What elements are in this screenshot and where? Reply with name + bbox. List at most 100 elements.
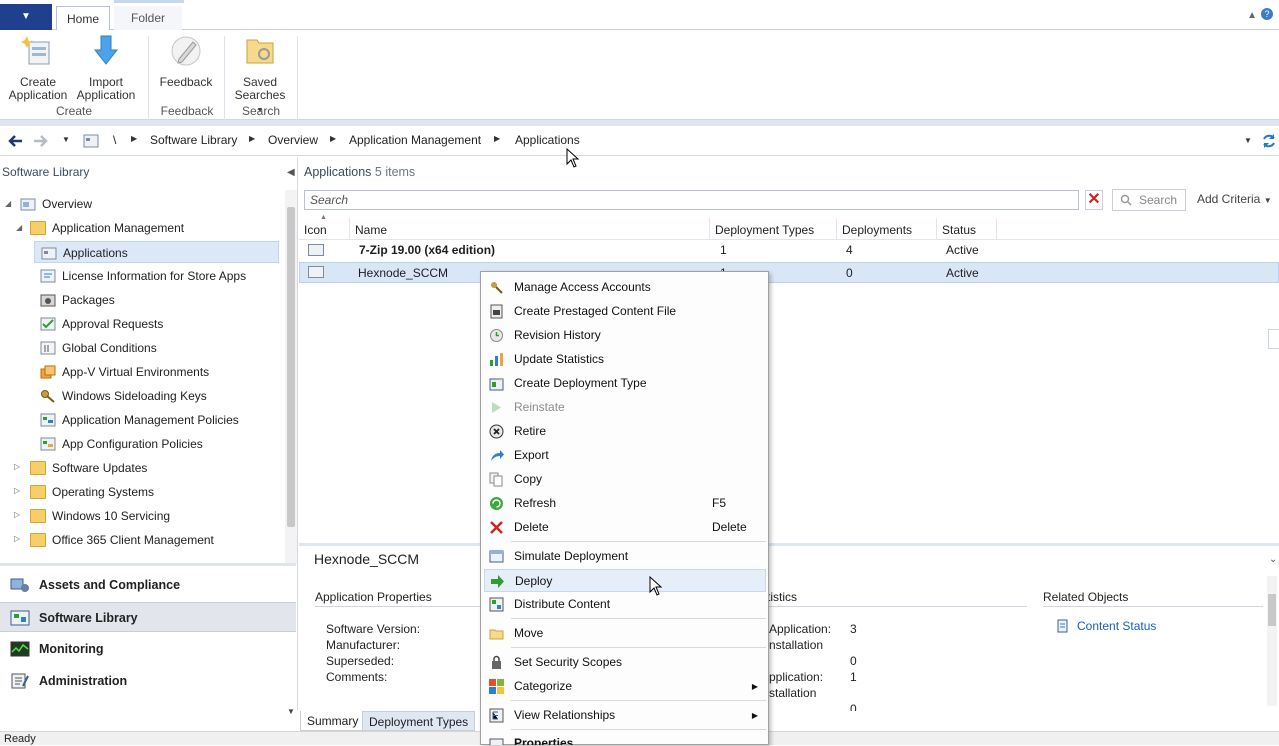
- workspace-overflow-icon[interactable]: ▼: [287, 707, 295, 716]
- tree-item-applications[interactable]: Applications: [34, 241, 279, 263]
- menu-item-reinstate[interactable]: Reinstate: [484, 396, 766, 419]
- breadcrumb-applications[interactable]: Applications: [515, 133, 580, 147]
- workspace-administration[interactable]: Administration: [0, 666, 296, 696]
- collapsed-arrow-icon[interactable]: ▷: [14, 462, 20, 471]
- breadcrumb-application-management[interactable]: Application Management: [349, 133, 481, 147]
- add-criteria-button[interactable]: Add Criteria ▼: [1197, 192, 1272, 206]
- menu-item-retire[interactable]: Retire: [484, 420, 766, 443]
- menu-item-delete[interactable]: Delete Delete: [484, 516, 766, 539]
- tab-summary[interactable]: Summary: [300, 711, 366, 731]
- menu-item-export[interactable]: Export: [484, 444, 766, 467]
- menu-item-deploy[interactable]: Deploy: [484, 569, 766, 592]
- tab-folder[interactable]: Folder: [114, 6, 182, 31]
- menu-item-create-prestaged-content[interactable]: Create Prestaged Content File: [484, 300, 766, 323]
- tree-item-packages[interactable]: Packages: [40, 289, 115, 311]
- collapsed-arrow-icon[interactable]: ▷: [14, 510, 20, 519]
- details-scrollbar-thumb[interactable]: [1268, 594, 1276, 626]
- expanded-arrow-icon[interactable]: ◢: [5, 199, 11, 208]
- content-status-link[interactable]: Content Status: [1077, 619, 1156, 633]
- feedback-button[interactable]: Feedback: [156, 34, 216, 89]
- table-row-selected[interactable]: Hexnode_SCCM 1 0 Active: [299, 262, 1279, 283]
- menu-item-move[interactable]: Move: [484, 622, 766, 645]
- menu-item-set-security-scopes[interactable]: Set Security Scopes: [484, 651, 766, 674]
- stat-label: nstallation: [769, 638, 824, 652]
- collapse-details-icon[interactable]: ⌄: [1269, 554, 1277, 565]
- related-objects-section: Related Objects: [1043, 590, 1263, 607]
- breadcrumb-software-library[interactable]: Software Library: [150, 133, 237, 147]
- tab-home[interactable]: Home: [56, 6, 110, 31]
- application-menu-button[interactable]: ▼: [0, 4, 52, 30]
- menu-item-revision-history[interactable]: Revision History: [484, 324, 766, 347]
- breadcrumb-separator-icon[interactable]: ▶: [131, 134, 137, 143]
- workspace-software-library[interactable]: Software Library: [0, 602, 296, 632]
- workspace-label: Monitoring: [39, 642, 104, 656]
- tree-item-label: Overview: [42, 197, 93, 211]
- tree-item-office365-management[interactable]: Office 365 Client Management: [30, 529, 214, 551]
- create-application-button[interactable]: Create Application: [4, 34, 72, 102]
- menu-item-create-deployment-type[interactable]: Create Deployment Type: [484, 372, 766, 395]
- breadcrumb-separator-icon[interactable]: ▶: [330, 134, 336, 143]
- expanded-arrow-icon[interactable]: ◢: [16, 223, 22, 232]
- tree-item-app-configuration-policies[interactable]: App Configuration Policies: [40, 433, 203, 455]
- column-header-deployment-types[interactable]: Deployment Types: [710, 218, 837, 240]
- search-button[interactable]: Search: [1112, 189, 1186, 211]
- folder-icon: [30, 460, 46, 475]
- collapsed-arrow-icon[interactable]: ▷: [14, 486, 20, 495]
- address-dropdown-icon[interactable]: ▼: [1244, 136, 1252, 145]
- tab-deployment-types[interactable]: Deployment Types: [362, 711, 476, 731]
- menu-item-distribute-content[interactable]: Distribute Content: [484, 593, 766, 616]
- application-properties-section: Application Properties: [315, 590, 481, 607]
- column-header-status[interactable]: Status: [937, 218, 997, 240]
- menu-item-copy[interactable]: Copy: [484, 468, 766, 491]
- menu-item-label: View Relationships: [514, 708, 616, 722]
- import-application-button[interactable]: Import Application: [74, 34, 138, 102]
- tree-item-overview[interactable]: Overview: [20, 193, 92, 215]
- menu-item-view-relationships[interactable]: View Relationships ▶: [484, 704, 766, 727]
- column-header-name[interactable]: Name: [350, 218, 710, 240]
- column-header-deployments[interactable]: Deployments: [837, 218, 937, 240]
- breadcrumb-separator-icon[interactable]: ▶: [249, 134, 255, 143]
- breadcrumb-root[interactable]: \: [113, 133, 116, 147]
- tree-item-license-information[interactable]: License Information for Store Apps: [40, 265, 246, 287]
- menu-item-label: Delete: [514, 520, 549, 534]
- categorize-icon: [489, 679, 504, 694]
- menu-item-categorize[interactable]: Categorize ▶: [484, 675, 766, 698]
- help-icon[interactable]: ?: [1261, 8, 1273, 20]
- reinstate-icon: [492, 402, 501, 413]
- search-input[interactable]: Search: [304, 190, 1079, 210]
- breadcrumb-overview[interactable]: Overview: [268, 133, 318, 147]
- menu-item-update-statistics[interactable]: Update Statistics: [484, 348, 766, 371]
- table-row[interactable]: 7-Zip 19.00 (x64 edition) 1 4 Active: [299, 240, 1279, 261]
- clear-search-icon[interactable]: ✕: [1085, 190, 1103, 210]
- collapsed-arrow-icon[interactable]: ▷: [14, 534, 20, 543]
- tree-item-software-updates[interactable]: Software Updates: [30, 457, 147, 479]
- navigation-scrollbar-thumb[interactable]: [287, 207, 295, 527]
- tree-item-approval-requests[interactable]: Approval Requests: [40, 313, 163, 335]
- menu-item-manage-access-accounts[interactable]: Manage Access Accounts: [484, 276, 766, 299]
- deploy-arrow-icon: [491, 575, 504, 588]
- column-header-icon[interactable]: Icon: [299, 218, 350, 240]
- menu-item-properties[interactable]: Properties: [484, 732, 766, 745]
- collapse-ribbon-icon[interactable]: ▲: [1247, 10, 1257, 21]
- refresh-icon[interactable]: [1261, 133, 1277, 149]
- tree-item-sideloading-keys[interactable]: Windows Sideloading Keys: [40, 385, 207, 407]
- tree-item-app-management-policies[interactable]: Application Management Policies: [40, 409, 239, 431]
- back-arrow-icon[interactable]: [6, 133, 24, 149]
- tree-item-label: Application Management: [52, 221, 185, 235]
- menu-item-simulate-deployment[interactable]: Simulate Deployment: [484, 545, 766, 568]
- workspace-assets-compliance[interactable]: Assets and Compliance: [0, 570, 296, 600]
- tree-item-application-management[interactable]: Application Management: [30, 217, 184, 239]
- tree-item-global-conditions[interactable]: Global Conditions: [40, 337, 157, 359]
- history-dropdown-icon[interactable]: ▼: [62, 135, 70, 144]
- delete-icon: [490, 521, 503, 534]
- collapse-pane-icon[interactable]: ◀: [287, 167, 295, 178]
- forward-arrow-icon[interactable]: [32, 133, 50, 149]
- address-bar: ▼ \ ▶ Software Library ▶ Overview ▶ Appl…: [0, 126, 1279, 156]
- pane-splitter[interactable]: [0, 563, 296, 566]
- tree-item-windows10-servicing[interactable]: Windows 10 Servicing: [30, 505, 170, 527]
- breadcrumb-separator-icon[interactable]: ▶: [494, 134, 500, 143]
- tree-item-operating-systems[interactable]: Operating Systems: [30, 481, 154, 503]
- workspace-monitoring[interactable]: Monitoring: [0, 634, 296, 664]
- menu-item-refresh[interactable]: Refresh F5: [484, 492, 766, 515]
- tree-item-appv-environments[interactable]: App-V Virtual Environments: [40, 361, 209, 383]
